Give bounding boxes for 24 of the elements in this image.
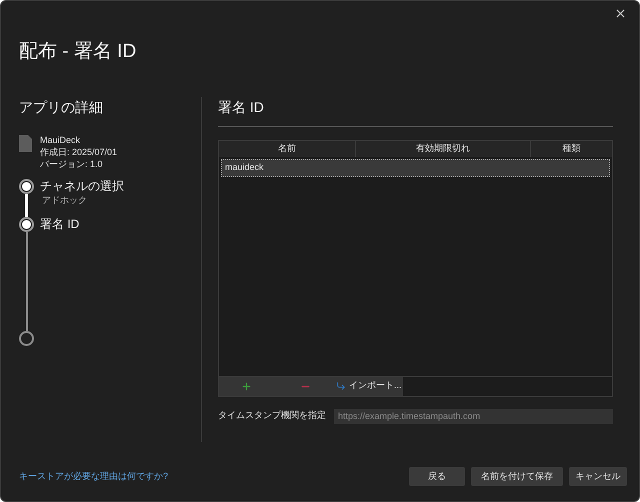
column-header[interactable]: 種類: [531, 140, 612, 156]
step-label: 署名 ID: [40, 216, 80, 232]
help-link[interactable]: キーストアが必要な理由は何ですか?: [19, 470, 168, 484]
close-icon[interactable]: [614, 7, 627, 20]
footer-button[interactable]: キャンセル: [569, 467, 627, 486]
window-title: 配布 - 署名 ID: [19, 40, 138, 64]
app-name: MauiDeck: [40, 134, 82, 146]
table-row[interactable]: mauideck: [221, 158, 610, 176]
timestamp-field[interactable]: https://example.timestampauth.com: [334, 408, 613, 424]
arrow-icon: [336, 381, 346, 391]
column-header[interactable]: 有効期限切れ: [356, 140, 531, 156]
footer-button[interactable]: 名前を付けて保存: [471, 467, 563, 486]
section-title: 署名 ID: [218, 96, 613, 126]
timestamp-label: タイムスタンプ機関を指定: [218, 409, 326, 422]
step-sublabel: アドホック: [42, 194, 88, 206]
plus-icon: [241, 380, 252, 392]
column-header[interactable]: 名前: [219, 140, 356, 156]
footer-button[interactable]: 戻る: [409, 467, 465, 486]
step-label: チャネルの選択: [40, 178, 124, 194]
sidebar-title: アプリの詳細: [19, 98, 104, 116]
app-created: 作成日: 2025/07/01: [40, 146, 118, 158]
app-version: バージョン: 1.0: [40, 158, 104, 170]
table-cell-text: mauideck: [224, 160, 265, 174]
document-icon: [19, 134, 32, 152]
